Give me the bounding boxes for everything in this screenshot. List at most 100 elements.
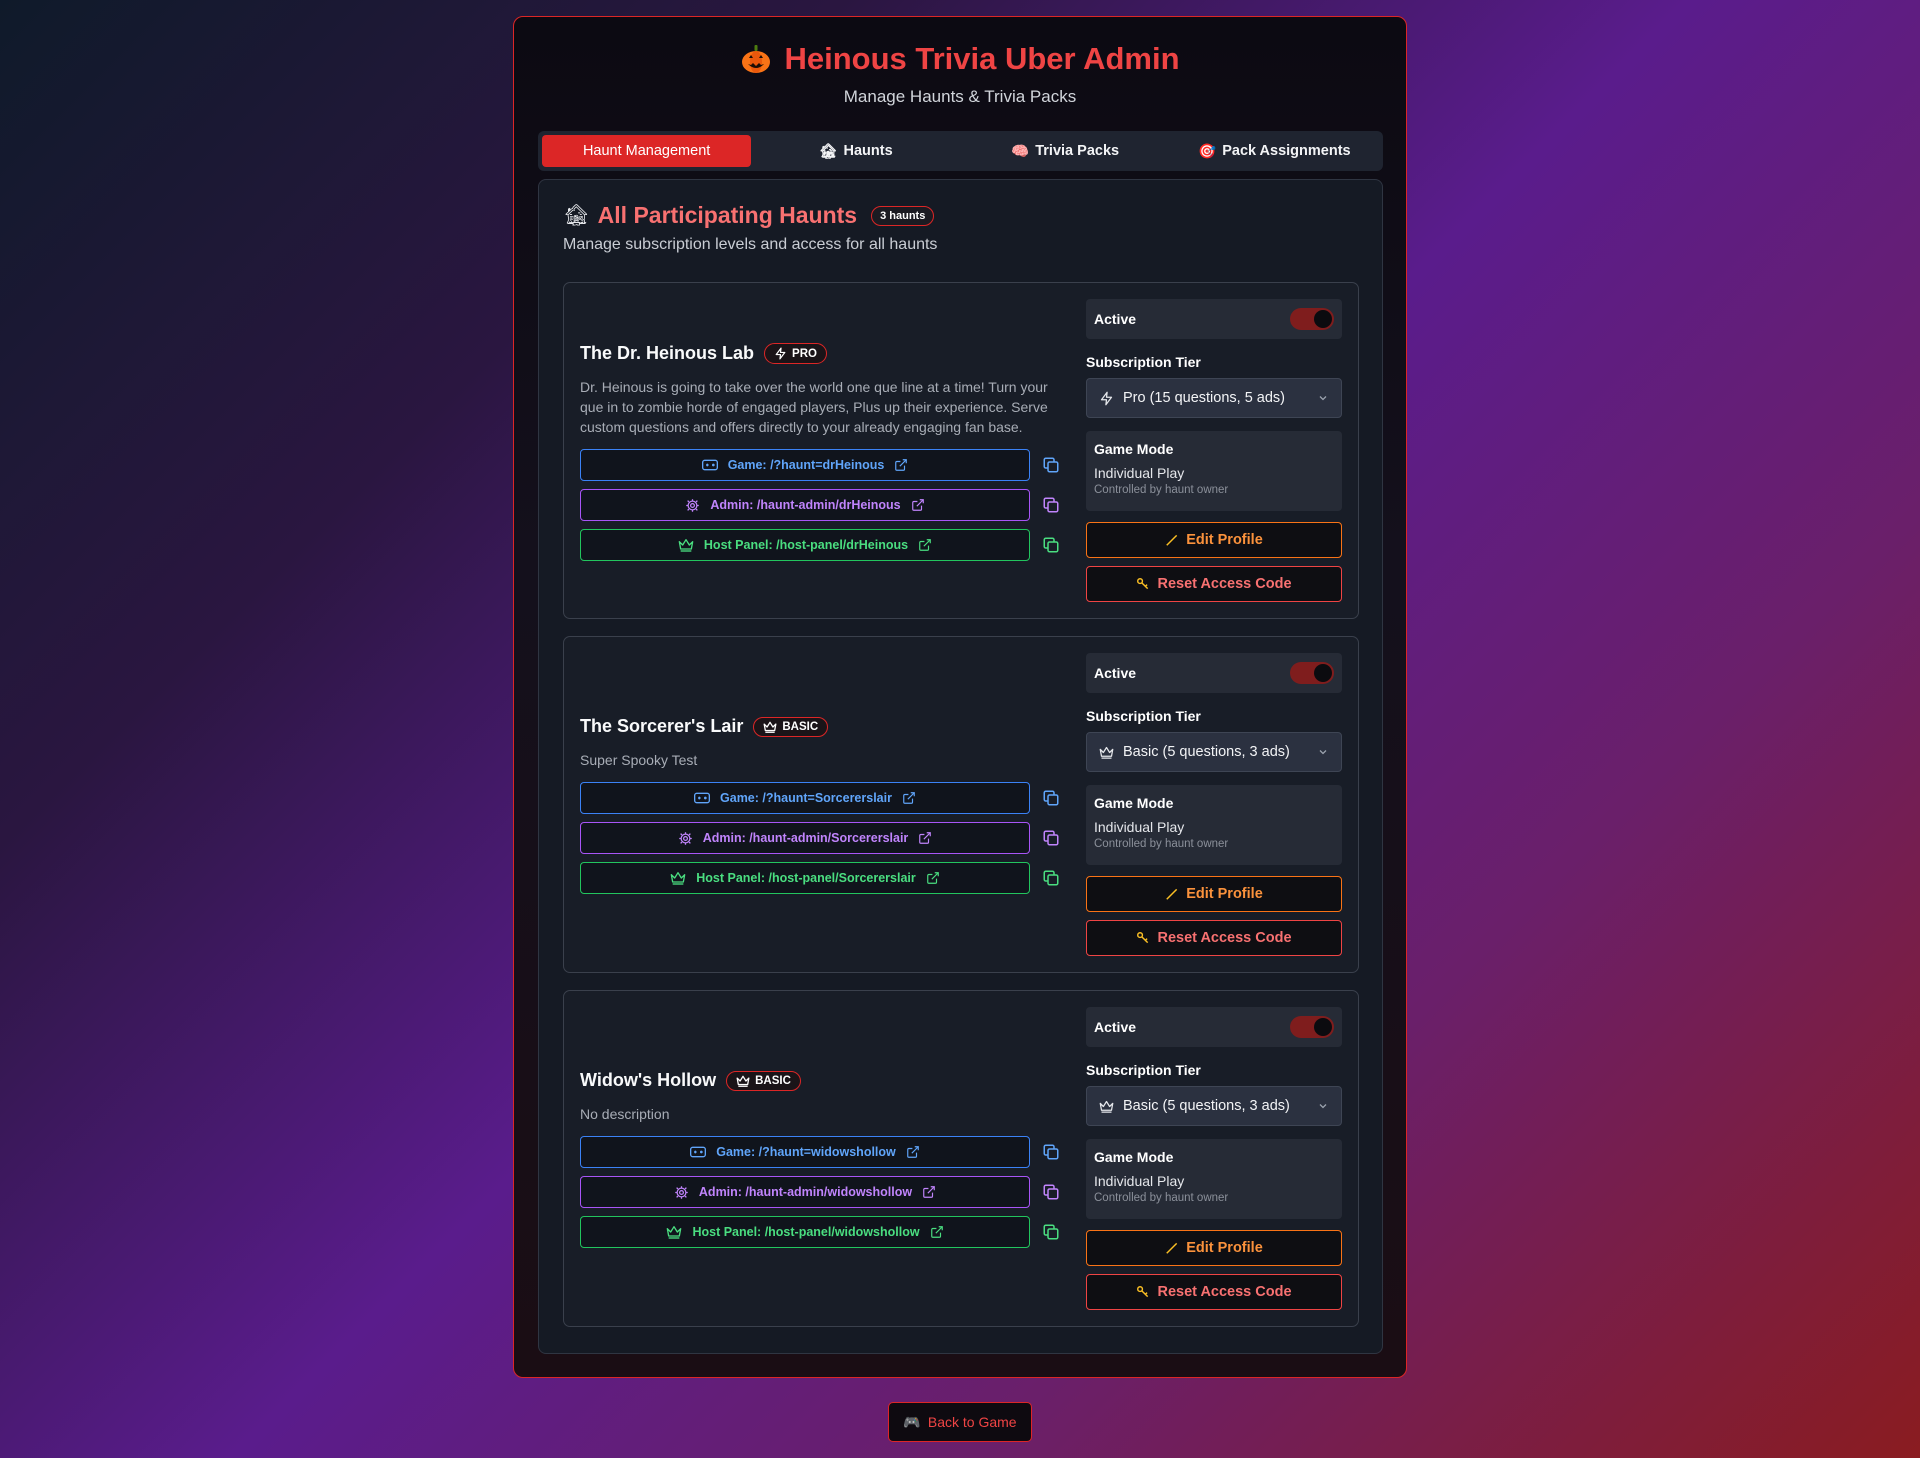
active-toggle[interactable] <box>1290 308 1334 330</box>
admin-link-text: Admin: /haunt-admin/Sorcererslair <box>702 831 909 845</box>
subscription-tier-select[interactable]: Pro (15 questions, 5 ads) <box>1086 378 1342 418</box>
subscription-tier-select[interactable]: Basic (5 questions, 3 ads) <box>1086 1086 1342 1126</box>
host-panel-link[interactable]: Host Panel: /host-panel/widowshollow <box>580 1216 1030 1248</box>
reset-access-code-label: Reset Access Code <box>1157 576 1292 592</box>
subscription-tier-value: Pro (15 questions, 5 ads) <box>1123 390 1286 406</box>
back-to-game-label: Back to Game <box>927 1414 1017 1430</box>
game-link[interactable]: Game: /?haunt=widowshollow <box>580 1136 1030 1168</box>
tab-label: Pack Assignments <box>1222 143 1351 159</box>
haunt-card: The Dr. Heinous Lab PRO Dr. Heinous is g… <box>563 282 1359 619</box>
pencil-icon <box>1166 888 1178 900</box>
house-icon: 🏚 <box>563 203 590 227</box>
admin-link[interactable]: Admin: /haunt-admin/drHeinous <box>580 489 1030 521</box>
game-mode-label: Game Mode <box>1094 795 1174 811</box>
subscription-tier-label: Subscription Tier <box>1086 1062 1201 1078</box>
section-title: All Participating Haunts <box>597 202 858 228</box>
copy-icon[interactable] <box>1042 1223 1060 1241</box>
game-mode-value: Individual Play <box>1094 465 1185 481</box>
bolt-icon <box>775 347 786 360</box>
haunt-name: The Dr. Heinous Lab <box>580 343 755 363</box>
tab-pack-assignments[interactable]: 🎯 Pack Assignments <box>1170 135 1379 167</box>
tier-badge: BASIC <box>726 1070 801 1091</box>
gear-icon <box>678 831 692 845</box>
tier-label: BASIC <box>782 720 819 733</box>
haunt-description: Dr. Heinous is going to take over the wo… <box>580 379 1048 435</box>
subscription-tier-select[interactable]: Basic (5 questions, 3 ads) <box>1086 732 1342 772</box>
gear-icon <box>675 1185 688 1199</box>
section-description: Manage subscription levels and access fo… <box>563 236 938 253</box>
copy-icon[interactable] <box>1042 496 1060 514</box>
game-mode-label: Game Mode <box>1094 441 1174 457</box>
copy-icon[interactable] <box>1042 789 1060 807</box>
active-label: Active <box>1094 665 1137 681</box>
tab-trivia-packs[interactable]: 🧠 Trivia Packs <box>961 135 1170 167</box>
crown-icon <box>1099 1100 1114 1113</box>
gamepad-icon <box>690 1146 707 1158</box>
tab-bar: Haunt Management 🏚 Haunts 🧠 Trivia Packs… <box>538 131 1383 171</box>
haunt-card: Widow's Hollow BASIC No description Game… <box>563 990 1359 1327</box>
haunt-count-badge: 3 haunts <box>871 205 935 226</box>
game-link-text: Game: /?haunt=drHeinous <box>727 458 885 472</box>
haunt-description: Super Spooky Test <box>580 752 698 768</box>
admin-link-text: Admin: /haunt-admin/widowshollow <box>698 1185 913 1199</box>
admin-link[interactable]: Admin: /haunt-admin/widowshollow <box>580 1176 1030 1208</box>
back-to-game-button[interactable]: 🎮 Back to Game <box>888 1402 1032 1442</box>
crown-icon <box>678 539 694 552</box>
game-mode-note: Controlled by haunt owner <box>1094 838 1229 850</box>
host-link-text: Host Panel: /host-panel/Sorcererslair <box>696 871 916 885</box>
active-toggle[interactable] <box>1290 1016 1334 1038</box>
tier-badge: BASIC <box>753 716 829 737</box>
crown-icon <box>1099 746 1114 759</box>
host-panel-link[interactable]: Host Panel: /host-panel/drHeinous <box>580 529 1030 561</box>
copy-icon[interactable] <box>1042 536 1060 554</box>
reset-access-code-label: Reset Access Code <box>1157 1284 1292 1300</box>
admin-link[interactable]: Admin: /haunt-admin/Sorcererslair <box>580 822 1030 854</box>
reset-access-code-button[interactable]: Reset Access Code <box>1086 566 1342 602</box>
edit-profile-button[interactable]: Edit Profile <box>1086 522 1342 558</box>
active-toggle[interactable] <box>1290 662 1334 684</box>
admin-panel: Heinous Trivia Uber Admin Manage Haunts … <box>513 16 1407 1378</box>
tab-haunt-management[interactable]: Haunt Management <box>542 135 752 167</box>
tab-label: Haunt Management <box>582 143 711 159</box>
game-link-text: Game: /?haunt=Sorcererslair <box>720 791 892 805</box>
game-mode-box: Game Mode Individual Play Controlled by … <box>1086 785 1342 865</box>
crown-icon <box>736 1075 750 1087</box>
edit-profile-button[interactable]: Edit Profile <box>1086 876 1342 912</box>
gamepad-icon: 🎮 <box>903 1413 921 1430</box>
tier-label: BASIC <box>755 1074 791 1087</box>
crown-icon <box>667 1225 682 1239</box>
crown-icon <box>670 872 686 885</box>
game-mode-note: Controlled by haunt owner <box>1094 484 1229 496</box>
copy-icon[interactable] <box>1042 1183 1060 1201</box>
game-mode-note: Controlled by haunt owner <box>1094 1192 1229 1204</box>
haunts-section: 🏚 All Participating Haunts 3 haunts Mana… <box>538 179 1383 1354</box>
haunt-description: No description <box>580 1106 670 1122</box>
reset-access-code-label: Reset Access Code <box>1157 930 1292 946</box>
subscription-tier-label: Subscription Tier <box>1086 708 1201 724</box>
brain-icon: 🧠 <box>1011 143 1030 160</box>
tab-haunts[interactable]: 🏚 Haunts <box>751 135 960 167</box>
copy-icon[interactable] <box>1042 869 1060 887</box>
copy-icon[interactable] <box>1042 456 1060 474</box>
game-mode-value: Individual Play <box>1094 819 1185 835</box>
game-link[interactable]: Game: /?haunt=drHeinous <box>580 449 1030 481</box>
copy-icon[interactable] <box>1042 1143 1060 1161</box>
subscription-tier-value: Basic (5 questions, 3 ads) <box>1123 744 1290 760</box>
admin-link-text: Admin: /haunt-admin/drHeinous <box>710 498 901 512</box>
external-link-icon <box>926 872 939 884</box>
game-mode-box: Game Mode Individual Play Controlled by … <box>1086 1139 1342 1219</box>
active-label: Active <box>1094 1019 1137 1035</box>
external-link-icon <box>911 499 924 511</box>
tab-label: Trivia Packs <box>1035 143 1120 159</box>
reset-access-code-button[interactable]: Reset Access Code <box>1086 1274 1342 1310</box>
haunt-name: Widow's Hollow <box>580 1070 717 1090</box>
game-mode-label: Game Mode <box>1094 1149 1174 1165</box>
copy-icon[interactable] <box>1042 829 1060 847</box>
edit-profile-button[interactable]: Edit Profile <box>1086 1230 1342 1266</box>
game-link[interactable]: Game: /?haunt=Sorcererslair <box>580 782 1030 814</box>
reset-access-code-button[interactable]: Reset Access Code <box>1086 920 1342 956</box>
crown-icon <box>763 721 777 733</box>
edit-profile-label: Edit Profile <box>1186 532 1263 548</box>
gamepad-icon <box>701 459 718 471</box>
host-panel-link[interactable]: Host Panel: /host-panel/Sorcererslair <box>580 862 1030 894</box>
